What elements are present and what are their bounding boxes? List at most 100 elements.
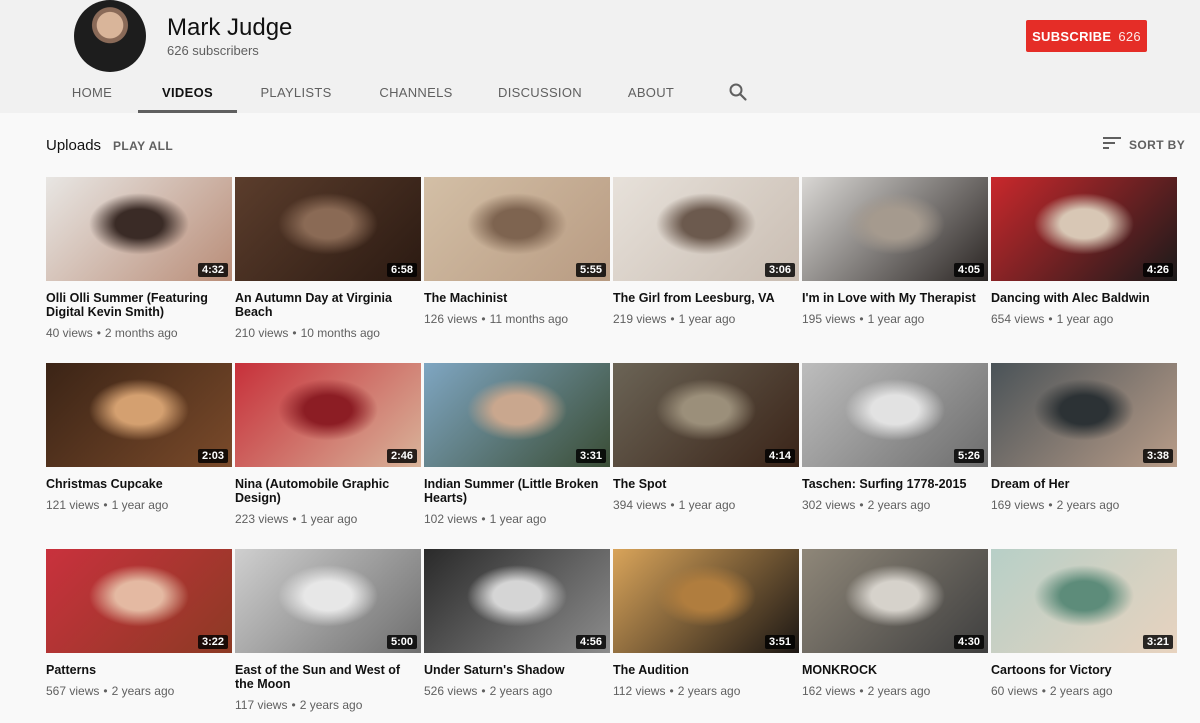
video-title[interactable]: The Audition [613,663,793,677]
video-card[interactable]: 5:55 The Machinist 126 views • 11 months ago [424,177,610,327]
video-age: 1 year ago [1056,312,1114,326]
subscriber-count: 626 subscribers [167,43,259,58]
tab-playlists[interactable]: PLAYLISTS [256,74,336,113]
video-thumbnail[interactable]: 6:58 [235,177,421,281]
video-thumbnail[interactable]: 3:38 [991,363,1177,467]
video-title[interactable]: Taschen: Surfing 1778-2015 [802,477,982,491]
video-title[interactable]: The Machinist [424,291,604,305]
video-title[interactable]: East of the Sun and West of the Moon [235,663,415,691]
video-card[interactable]: 4:14 The Spot 394 views • 1 year ago [613,363,799,513]
video-meta: 195 views • 1 year ago [802,311,988,327]
video-card[interactable]: 4:30 MONKROCK 162 views • 2 years ago [802,549,988,699]
video-thumbnail[interactable]: 3:31 [424,363,610,467]
video-age: 1 year ago [678,498,736,512]
video-title[interactable]: Under Saturn's Shadow [424,663,604,677]
video-views: 112 views [613,684,666,698]
video-card[interactable]: 5:00 East of the Sun and West of the Moon… [235,549,421,713]
video-card[interactable]: 2:46 Nina (Automobile Graphic Design) 223 … [235,363,421,527]
video-card[interactable]: 4:32 Olli Olli Summer (Featuring Digital … [46,177,232,341]
video-meta: 121 views • 1 year ago [46,497,232,513]
video-thumbnail[interactable]: 4:05 [802,177,988,281]
video-duration: 4:56 [575,635,606,649]
video-thumbnail[interactable]: 2:03 [46,363,232,467]
video-thumbnail[interactable]: 2:46 [235,363,421,467]
video-duration: 5:26 [953,449,984,463]
tab-videos[interactable]: VIDEOS [138,74,237,113]
channel-avatar[interactable] [74,0,146,72]
video-views: 102 views [424,512,478,526]
video-thumbnail[interactable]: 5:26 [802,363,988,467]
video-thumbnail[interactable]: 4:32 [46,177,232,281]
video-thumbnail[interactable]: 4:14 [613,363,799,467]
video-thumbnail[interactable]: 3:06 [613,177,799,281]
video-title[interactable]: The Spot [613,477,793,491]
video-card[interactable]: 3:31 Indian Summer (Little Broken Hearts)… [424,363,610,527]
video-card[interactable]: 3:38 Dream of Her 169 views • 2 years ago [991,363,1177,513]
separator-dot: • [670,312,675,326]
video-meta: 40 views • 2 months ago [46,325,232,341]
sort-by-button[interactable]: SORT BY [1103,136,1185,153]
separator-dot: • [859,684,864,698]
video-card[interactable]: 3:06 The Girl from Leesburg, VA 219 views •… [613,177,799,327]
tab-home[interactable]: HOME [64,74,120,113]
separator-dot: • [859,498,864,512]
video-duration: 4:26 [1142,263,1173,277]
video-duration: 5:00 [386,635,417,649]
video-title[interactable]: Dancing with Alec Baldwin [991,291,1171,305]
video-card[interactable]: 3:21 Cartoons for Victory 60 views • 2 years… [991,549,1177,699]
video-age: 10 months ago [300,326,380,340]
video-views: 60 views [991,684,1038,698]
video-duration: 3:51 [764,635,795,649]
video-thumbnail[interactable]: 4:26 [991,177,1177,281]
video-views: 302 views [802,498,856,512]
video-card[interactable]: 2:03 Christmas Cupcake 121 views • 1 year ag… [46,363,232,513]
video-age: 2 years ago [299,698,363,712]
separator-dot: • [670,498,675,512]
video-age: 11 months ago [489,312,569,326]
video-card[interactable]: 5:26 Taschen: Surfing 1778-2015 302 views •… [802,363,988,513]
video-age: 2 months ago [104,326,178,340]
play-all-button[interactable]: PLAY ALL [113,139,173,153]
video-thumbnail[interactable]: 3:51 [613,549,799,653]
video-duration: 3:22 [197,635,228,649]
subscribe-button[interactable]: SUBSCRIBE 626 [1026,20,1147,52]
video-title[interactable]: I'm in Love with My Therapist [802,291,982,305]
search-icon[interactable] [728,82,748,102]
video-card[interactable]: 4:05 I'm in Love with My Therapist 195 vie… [802,177,988,327]
video-card[interactable]: 3:22 Patterns 567 views • 2 years ago [46,549,232,699]
video-card[interactable]: 4:56 Under Saturn's Shadow 526 views • 2 yea… [424,549,610,699]
tab-about[interactable]: ABOUT [622,74,680,113]
video-age: 2 years ago [867,498,931,512]
video-thumbnail[interactable]: 4:56 [424,549,610,653]
video-thumbnail[interactable]: 3:22 [46,549,232,653]
video-title[interactable]: Patterns [46,663,226,677]
video-age: 2 years ago [1056,498,1120,512]
video-title[interactable]: The Girl from Leesburg, VA [613,291,793,305]
video-views: 526 views [424,684,478,698]
sort-label: SORT BY [1129,137,1186,152]
video-duration: 6:58 [386,263,417,277]
video-card[interactable]: 3:51 The Audition 112 views • 2 years ago [613,549,799,699]
separator-dot: • [481,512,486,526]
section-title: Uploads [46,137,102,154]
video-title[interactable]: Olli Olli Summer (Featuring Digital Kevi… [46,291,226,319]
video-age: 2 years ago [1049,684,1113,698]
video-thumbnail[interactable]: 5:55 [424,177,610,281]
video-title[interactable]: Dream of Her [991,477,1171,491]
video-thumbnail[interactable]: 4:30 [802,549,988,653]
video-thumbnail[interactable]: 3:21 [991,549,1177,653]
video-meta: 302 views • 2 years ago [802,497,988,513]
video-title[interactable]: Cartoons for Victory [991,663,1171,677]
video-title[interactable]: Indian Summer (Little Broken Hearts) [424,477,604,505]
tab-channels[interactable]: CHANNELS [374,74,458,113]
separator-dot: • [481,312,486,326]
tab-discussion[interactable]: DISCUSSION [494,74,586,113]
video-title[interactable]: An Autumn Day at Virginia Beach [235,291,415,319]
video-card[interactable]: 6:58 An Autumn Day at Virginia Beach 210 v… [235,177,421,341]
video-thumbnail[interactable]: 5:00 [235,549,421,653]
video-title[interactable]: MONKROCK [802,663,982,677]
video-title[interactable]: Christmas Cupcake [46,477,226,491]
video-meta: 219 views • 1 year ago [613,311,799,327]
video-title[interactable]: Nina (Automobile Graphic Design) [235,477,415,505]
video-card[interactable]: 4:26 Dancing with Alec Baldwin 654 views • 1… [991,177,1177,327]
